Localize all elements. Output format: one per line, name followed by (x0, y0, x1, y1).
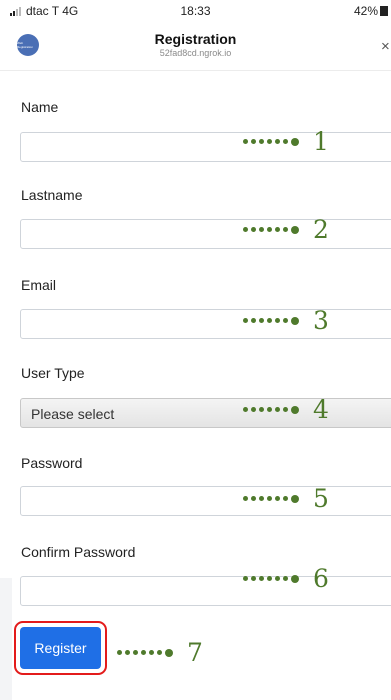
annotation-dots (117, 648, 173, 657)
page-title: Registration (154, 31, 237, 47)
status-time: 18:33 (180, 4, 211, 18)
browser-header: Web Registration Registration 52fad8cd.n… (0, 24, 391, 71)
page-edge (0, 578, 12, 700)
email-field[interactable] (20, 309, 391, 339)
close-icon[interactable]: × (381, 38, 391, 55)
page-url: 52fad8cd.ngrok.io (159, 48, 232, 58)
annotation-7: 7 (117, 640, 203, 665)
register-button[interactable]: Register (20, 627, 101, 669)
name-label: Name (21, 99, 59, 115)
battery-icon (380, 6, 388, 16)
annotation-number: 7 (187, 638, 203, 667)
user-type-select[interactable]: Please select (20, 398, 391, 428)
lastname-label: Lastname (21, 187, 83, 203)
name-field[interactable] (20, 132, 391, 162)
user-type-selected: Please select (31, 406, 115, 422)
user-type-label: User Type (21, 365, 85, 381)
email-label: Email (21, 277, 57, 293)
status-bar: dtac T 4G 18:33 42% (0, 0, 391, 24)
password-field[interactable] (20, 486, 391, 516)
status-right: 42% (354, 4, 388, 18)
confirm-password-label: Confirm Password (21, 544, 136, 560)
password-label: Password (21, 455, 83, 471)
battery-percent: 42% (353, 4, 378, 18)
confirm-password-field[interactable] (20, 576, 391, 606)
lastname-field[interactable] (20, 219, 391, 249)
